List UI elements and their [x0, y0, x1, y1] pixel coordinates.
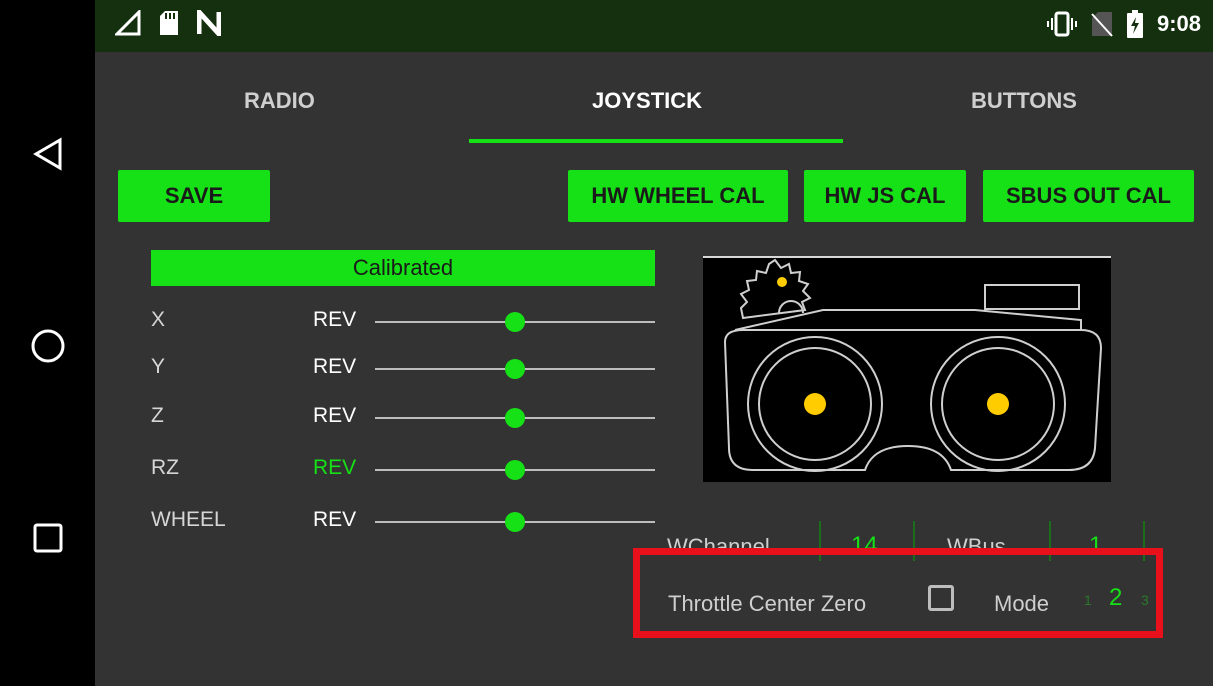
battery-charging-icon: [1126, 10, 1143, 38]
rev-toggle-z[interactable]: REV: [313, 404, 356, 428]
slider-thumb[interactable]: [505, 460, 525, 480]
sbus-out-cal-button[interactable]: SBUS OUT CAL: [983, 170, 1194, 222]
slider-thumb[interactable]: [505, 312, 525, 332]
axis-row-y: Y REV: [151, 349, 655, 389]
app-screen: 9:08 RADIO JOYSTICK BUTTONS SAVE HW WHEE…: [95, 0, 1213, 686]
vibrate-icon: [1046, 11, 1077, 37]
left-stick-dot-icon: [804, 393, 826, 415]
axis-label: WHEEL: [151, 508, 226, 531]
hw-wheel-cal-button[interactable]: HW WHEEL CAL: [568, 170, 788, 222]
axis-row-x: X REV: [151, 302, 655, 342]
slider-thumb[interactable]: [505, 359, 525, 379]
recents-icon: [33, 523, 62, 553]
home-icon: [31, 329, 64, 363]
tab-buttons[interactable]: BUTTONS: [971, 88, 1077, 114]
rev-toggle-x[interactable]: REV: [313, 308, 356, 332]
axis-row-rz: RZ REV: [151, 450, 655, 490]
mode-next-value[interactable]: 3: [1141, 592, 1149, 608]
back-button[interactable]: [0, 124, 95, 184]
signal-icon: [115, 10, 141, 36]
mode-value[interactable]: 2: [1109, 584, 1122, 612]
recents-button[interactable]: [0, 508, 95, 568]
rev-toggle-y[interactable]: REV: [313, 355, 356, 379]
joystick-preview: [703, 256, 1111, 482]
mode-label: Mode: [994, 591, 1050, 616]
slider-thumb[interactable]: [505, 408, 525, 428]
n-logo-icon: [197, 10, 221, 36]
tab-indicator: [469, 139, 843, 143]
status-bar: 9:08: [95, 0, 1213, 52]
right-stick-dot-icon: [987, 393, 1009, 415]
tab-joystick[interactable]: JOYSTICK: [592, 88, 702, 114]
mode-prev-value[interactable]: 1: [1084, 592, 1092, 608]
controller-illustration-icon: [723, 258, 1103, 472]
tab-radio[interactable]: RADIO: [244, 88, 315, 114]
throttle-center-zero-label: Throttle Center Zero: [668, 591, 867, 616]
sd-card-icon: [160, 11, 178, 35]
navigation-bar: [0, 0, 95, 686]
axis-label: Z: [151, 404, 164, 427]
axis-row-wheel: WHEEL REV: [151, 502, 655, 542]
save-button[interactable]: SAVE: [118, 170, 270, 222]
calibration-status-bar: Calibrated: [151, 250, 655, 286]
no-sim-icon: [1091, 12, 1113, 37]
slider-thumb[interactable]: [505, 512, 525, 532]
rev-toggle-rz[interactable]: REV: [313, 456, 356, 480]
throttle-center-zero-checkbox[interactable]: [928, 585, 954, 611]
axis-label: Y: [151, 355, 166, 378]
axis-row-z: Z REV: [151, 398, 655, 438]
rev-toggle-wheel[interactable]: REV: [313, 508, 356, 532]
hw-js-cal-button[interactable]: HW JS CAL: [804, 170, 966, 222]
clock: 9:08: [1156, 11, 1201, 36]
axis-label: RZ: [151, 456, 179, 479]
axis-label: X: [151, 308, 166, 331]
home-button[interactable]: [0, 316, 95, 376]
back-icon: [32, 137, 61, 171]
